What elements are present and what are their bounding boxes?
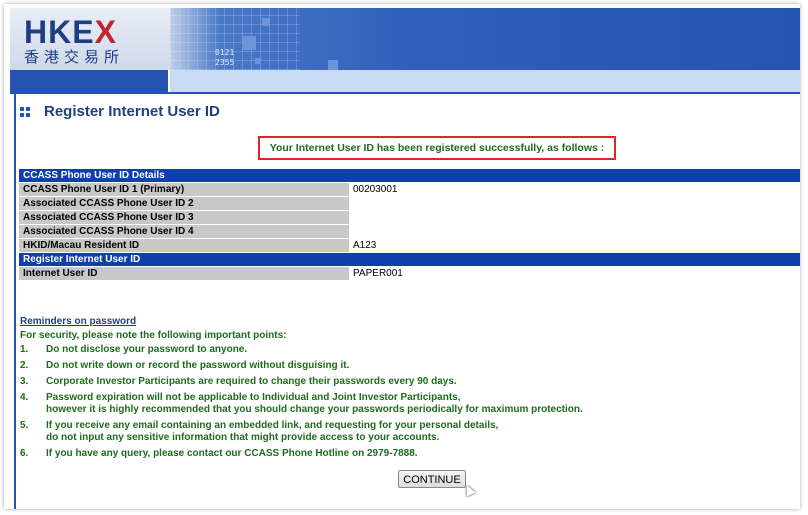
list-item: 2. Do not write down or record the passw… xyxy=(20,360,780,372)
page-title: Register Internet User ID xyxy=(44,103,220,120)
list-text-continued: however it is highly recommended that yo… xyxy=(46,404,583,415)
mouse-pointer-icon xyxy=(462,483,476,497)
details-table: CCASS Phone User ID Details CCASS Phone … xyxy=(19,168,800,281)
nav-bar-left xyxy=(10,70,168,92)
section-title-register: Register Internet User ID xyxy=(19,253,800,266)
browser-page: HKEX 香港交易所 0121 2355 Register Internet U… xyxy=(4,4,800,509)
list-number: 4. xyxy=(20,392,29,403)
list-number: 5. xyxy=(20,420,29,431)
banner-ticker: 0121 2355 xyxy=(215,48,234,68)
table-row: Associated CCASS Phone User ID 2 xyxy=(19,197,800,210)
list-text: Password expiration will not be applicab… xyxy=(46,392,461,403)
main-content: Register Internet User ID Your Internet … xyxy=(14,94,800,509)
list-text-continued: do not input any sensitive information t… xyxy=(46,432,440,443)
internet-user-id-label: Internet User ID xyxy=(19,267,349,280)
table-row: HKID/Macau Resident ID A123 xyxy=(19,239,800,252)
list-item: 5. If you receive any email containing a… xyxy=(20,420,780,444)
list-text: If you have any query, please contact ou… xyxy=(46,448,418,459)
row-value: 00203001 xyxy=(349,183,800,196)
row-value xyxy=(349,211,800,224)
section-header: Register Internet User ID xyxy=(19,253,800,266)
section-title-phone-details: CCASS Phone User ID Details xyxy=(19,169,800,182)
grid-icon xyxy=(20,106,30,117)
logo-chinese-text: 香港交易所 xyxy=(24,48,125,66)
list-text: Do not write down or record the password… xyxy=(46,360,350,371)
banner-square xyxy=(255,58,261,64)
table-row: CCASS Phone User ID 1 (Primary) 00203001 xyxy=(19,183,800,196)
list-item: 3. Corporate Investor Participants are r… xyxy=(20,376,780,388)
row-label: Associated CCASS Phone User ID 3 xyxy=(19,211,349,224)
row-label: Associated CCASS Phone User ID 2 xyxy=(19,197,349,210)
list-item: 1. Do not disclose your password to anyo… xyxy=(20,344,780,356)
list-number: 3. xyxy=(20,376,29,387)
success-message: Your Internet User ID has been registere… xyxy=(258,136,616,160)
page-title-row: Register Internet User ID xyxy=(20,103,220,120)
row-value: A123 xyxy=(349,239,800,252)
table-row: Associated CCASS Phone User ID 3 xyxy=(19,211,800,224)
logo-text: HKE xyxy=(24,14,95,50)
list-number: 1. xyxy=(20,344,29,355)
row-value xyxy=(349,197,800,210)
list-number: 2. xyxy=(20,360,29,371)
list-item: 6. If you have any query, please contact… xyxy=(20,448,780,460)
list-text: Corporate Investor Participants are requ… xyxy=(46,376,457,387)
banner-square xyxy=(328,60,338,70)
banner-square xyxy=(262,18,270,26)
table-row: Associated CCASS Phone User ID 4 xyxy=(19,225,800,238)
site-banner: HKEX 香港交易所 0121 2355 xyxy=(10,8,800,70)
ticker-line-2: 2355 xyxy=(215,58,235,67)
logo-x: X xyxy=(94,14,117,50)
continue-button[interactable]: CONTINUE xyxy=(398,470,466,488)
reminders-list: 1. Do not disclose your password to anyo… xyxy=(20,344,780,464)
list-number: 6. xyxy=(20,448,29,459)
row-label: CCASS Phone User ID 1 (Primary) xyxy=(19,183,349,196)
internet-user-id-value: PAPER001 xyxy=(349,267,800,280)
section-header: CCASS Phone User ID Details xyxy=(19,169,800,182)
reminders-heading: Reminders on password xyxy=(20,316,137,327)
list-item: 4. Password expiration will not be appli… xyxy=(20,392,780,416)
list-text: If you receive any email containing an e… xyxy=(46,420,499,431)
list-text: Do not disclose your password to anyone. xyxy=(46,344,248,355)
row-label: HKID/Macau Resident ID xyxy=(19,239,349,252)
row-value xyxy=(349,225,800,238)
row-label: Associated CCASS Phone User ID 4 xyxy=(19,225,349,238)
banner-square xyxy=(242,36,256,50)
banner-grid-decoration xyxy=(170,8,300,70)
table-row: Internet User ID PAPER001 xyxy=(19,267,800,280)
hkex-logo[interactable]: HKEX 香港交易所 xyxy=(10,8,170,70)
ticker-line-1: 0121 xyxy=(215,48,235,57)
reminders-intro: For security, please note the following … xyxy=(20,330,287,341)
nav-bar-right xyxy=(170,70,800,92)
